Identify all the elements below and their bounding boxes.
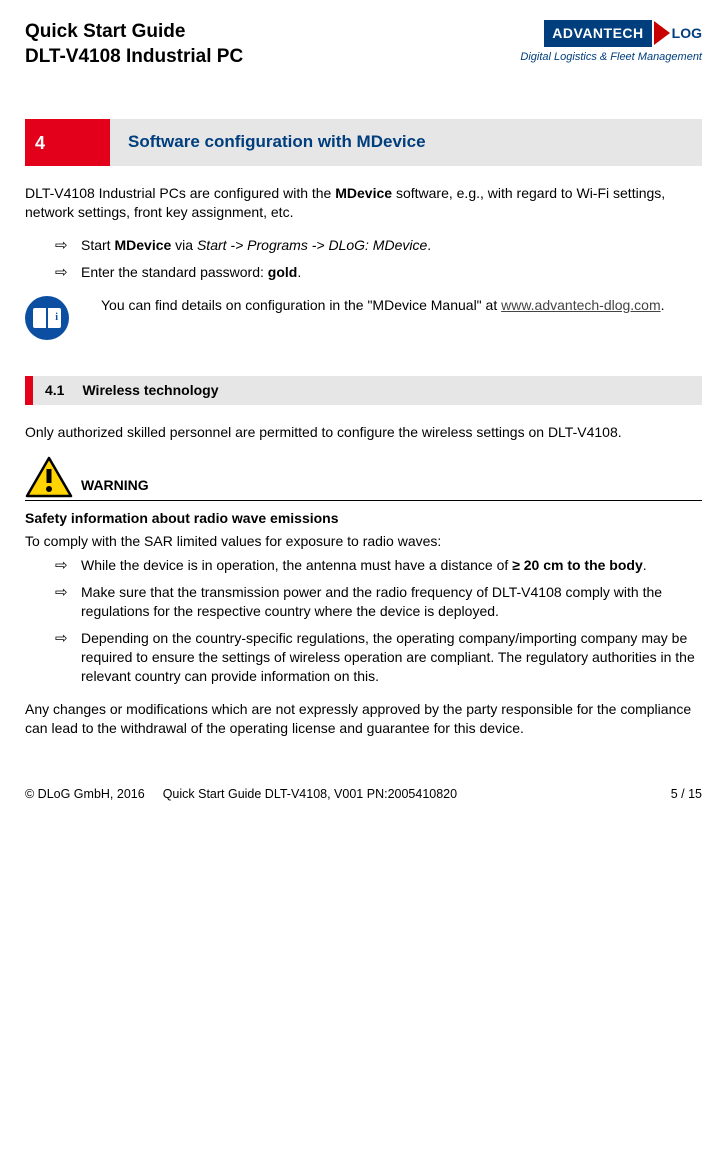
subsection-number: 4.1 bbox=[45, 381, 64, 400]
info-callout: i You can find details on configuration … bbox=[25, 296, 702, 340]
warning-label: WARNING bbox=[81, 476, 149, 495]
safety-heading: Safety information about radio wave emis… bbox=[25, 509, 702, 528]
brand-tagline: Digital Logistics & Fleet Management bbox=[520, 50, 702, 65]
manual-icon: i bbox=[25, 296, 69, 340]
s1-italic: Start -> Programs -> DLoG: MDevice bbox=[197, 237, 427, 253]
page-footer: © DLoG GmbH, 2016 Quick Start Guide DLT-… bbox=[25, 786, 702, 803]
sar-intro: To comply with the SAR limited values fo… bbox=[25, 532, 702, 551]
s1-bold: MDevice bbox=[114, 237, 171, 253]
page-header: Quick Start Guide DLT-V4108 Industrial P… bbox=[25, 20, 702, 69]
bullet-transmission-power: Make sure that the transmission power an… bbox=[55, 583, 702, 621]
footer-left: © DLoG GmbH, 2016 Quick Start Guide DLT-… bbox=[25, 786, 457, 803]
footer-page-number: 5 / 15 bbox=[671, 786, 702, 803]
section-4-intro: DLT-V4108 Industrial PCs are configured … bbox=[25, 184, 702, 222]
step-start-mdevice: Start MDevice via Start -> Programs -> D… bbox=[55, 236, 702, 255]
intro-bold: MDevice bbox=[335, 185, 392, 201]
document-title: Quick Start Guide DLT-V4108 Industrial P… bbox=[25, 20, 243, 69]
b1-pre: While the device is in operation, the an… bbox=[81, 557, 512, 573]
bullet-country-regulations: Depending on the country-specific regula… bbox=[55, 629, 702, 686]
closing-paragraph: Any changes or modifications which are n… bbox=[25, 700, 702, 738]
s1-pre: Start bbox=[81, 237, 114, 253]
footer-copyright: © DLoG GmbH, 2016 bbox=[25, 786, 145, 803]
dlog-text: LOG bbox=[672, 24, 702, 43]
info-text: You can find details on configuration in… bbox=[101, 296, 665, 315]
warning-icon bbox=[25, 456, 73, 498]
s2-bold: gold bbox=[268, 264, 298, 280]
section-title: Software configuration with MDevice bbox=[110, 119, 702, 166]
safety-bullets: While the device is in operation, the an… bbox=[25, 556, 702, 685]
subsection-4-1-intro: Only authorized skilled personnel are pe… bbox=[25, 423, 702, 442]
b1-bold: ≥ 20 cm to the body bbox=[512, 557, 643, 573]
subsection-title: Wireless technology bbox=[82, 381, 218, 400]
section-4-heading: 4 Software configuration with MDevice bbox=[25, 119, 702, 166]
intro-pre: DLT-V4108 Industrial PCs are configured … bbox=[25, 185, 335, 201]
warning-header: WARNING bbox=[25, 456, 702, 501]
b1-end: . bbox=[643, 557, 647, 573]
advantech-logo: ADVANTECH bbox=[544, 20, 651, 47]
title-line-1: Quick Start Guide bbox=[25, 21, 185, 42]
dlog-d-icon bbox=[654, 21, 670, 45]
info-pre: You can find details on configuration in… bbox=[101, 297, 501, 313]
info-end: . bbox=[661, 297, 665, 313]
section-number: 4 bbox=[25, 119, 110, 166]
s1-end: . bbox=[427, 237, 431, 253]
brand-logo: ADVANTECH LOG Digital Logistics & Fleet … bbox=[520, 20, 702, 65]
dlog-logo: LOG bbox=[654, 20, 702, 47]
logo-row: ADVANTECH LOG bbox=[544, 20, 702, 47]
manual-link[interactable]: www.advantech-dlog.com bbox=[501, 297, 661, 313]
s2-end: . bbox=[297, 264, 301, 280]
footer-doc-id: Quick Start Guide DLT-V4108, V001 PN:200… bbox=[163, 786, 457, 803]
subsection-4-1-heading: 4.1 Wireless technology bbox=[25, 376, 702, 405]
title-line-2: DLT-V4108 Industrial PC bbox=[25, 46, 243, 67]
s2-pre: Enter the standard password: bbox=[81, 264, 268, 280]
step-enter-password: Enter the standard password: gold. bbox=[55, 263, 702, 282]
section-4-steps: Start MDevice via Start -> Programs -> D… bbox=[25, 236, 702, 282]
s1-mid: via bbox=[171, 237, 197, 253]
bullet-antenna-distance: While the device is in operation, the an… bbox=[55, 556, 702, 575]
